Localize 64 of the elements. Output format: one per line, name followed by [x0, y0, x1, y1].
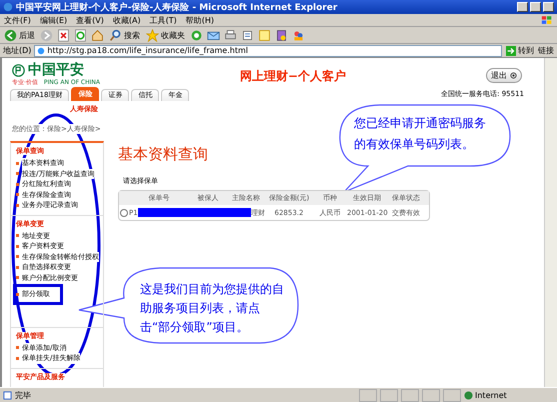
bullet-icon	[16, 193, 19, 196]
status-pane	[380, 388, 398, 402]
back-icon	[4, 28, 17, 42]
page-heading: 基本资料查询	[118, 145, 209, 164]
menu-item[interactable]: 帮助(H)	[186, 14, 214, 26]
globe-icon	[3, 2, 13, 12]
back-button[interactable]: 后退	[3, 28, 36, 42]
radio-button[interactable]	[120, 208, 128, 216]
media-icon[interactable]	[190, 28, 203, 42]
stop-icon[interactable]	[57, 28, 70, 42]
people-icon[interactable]	[292, 28, 305, 42]
document-icon[interactable]	[241, 28, 254, 42]
menu-item[interactable]: 文件(F)	[4, 14, 31, 26]
bullet-icon	[16, 356, 19, 360]
bullet-icon	[16, 346, 19, 350]
arrow-icon	[506, 46, 516, 56]
scrollbar[interactable]	[544, 58, 557, 387]
bullet-icon	[16, 204, 19, 207]
home-icon[interactable]	[91, 28, 104, 42]
menu-item[interactable]: 查看(V)	[76, 14, 104, 26]
callout-text: 这是我们目前为您提供的自助服务项目列表，请点击“部分领取”项目。	[140, 281, 285, 336]
status-pane	[422, 388, 440, 402]
address-field[interactable]: http://stg.pa18.com/life_insurance/life_frame.html	[34, 44, 502, 56]
callout-text: 您已经申请开通密码服务的有效保单号码列表。	[354, 115, 487, 153]
menu-item[interactable]: 工具(T)	[150, 14, 177, 26]
book-icon[interactable]	[275, 28, 288, 42]
menu-item[interactable]: 收藏(A)	[112, 14, 141, 26]
status-pane	[359, 388, 377, 402]
status-pane	[443, 388, 461, 402]
maximize-button[interactable]	[530, 2, 541, 12]
go-button[interactable]: 转到	[505, 45, 535, 56]
globe-icon	[464, 390, 473, 400]
close-button[interactable]	[543, 2, 554, 12]
status-pane	[401, 388, 419, 402]
bullet-icon	[16, 234, 19, 238]
favorites-button[interactable]: 收藏夹	[145, 28, 186, 42]
search-button[interactable]: 搜索	[108, 28, 141, 42]
window-title: 中国平安网上理财-个人客户-保险-人寿保险 - Microsoft Internet Explorer	[16, 1, 338, 14]
status-text: 完毕	[15, 390, 31, 400]
bullet-icon	[16, 182, 19, 186]
search-icon	[109, 28, 122, 42]
refresh-icon[interactable]	[74, 28, 87, 42]
star-icon	[146, 28, 159, 42]
logo-text: 中国平安	[28, 62, 84, 79]
links-button[interactable]: 链接	[538, 45, 554, 56]
logo-icon	[12, 64, 25, 77]
menu-item[interactable]: 编辑(E)	[40, 14, 68, 26]
page-icon	[3, 390, 12, 400]
bullet-icon	[16, 255, 19, 258]
bullet-icon	[16, 266, 19, 269]
bullet-icon	[16, 172, 19, 176]
bullet-icon	[16, 162, 19, 165]
zone-text: Internet	[475, 390, 507, 400]
bullet-icon	[16, 292, 19, 296]
target-icon	[510, 72, 517, 79]
printer-icon[interactable]	[224, 28, 237, 42]
minimize-button[interactable]	[517, 2, 528, 12]
bullet-icon	[16, 244, 19, 248]
exit-button[interactable]: 退出	[486, 68, 522, 83]
page-icon	[37, 46, 46, 54]
site-title: 网上理财−个人客户	[240, 68, 346, 85]
bullet-icon	[16, 276, 19, 280]
flag-icon	[541, 14, 553, 26]
address-label: 地址(D)	[3, 45, 32, 56]
